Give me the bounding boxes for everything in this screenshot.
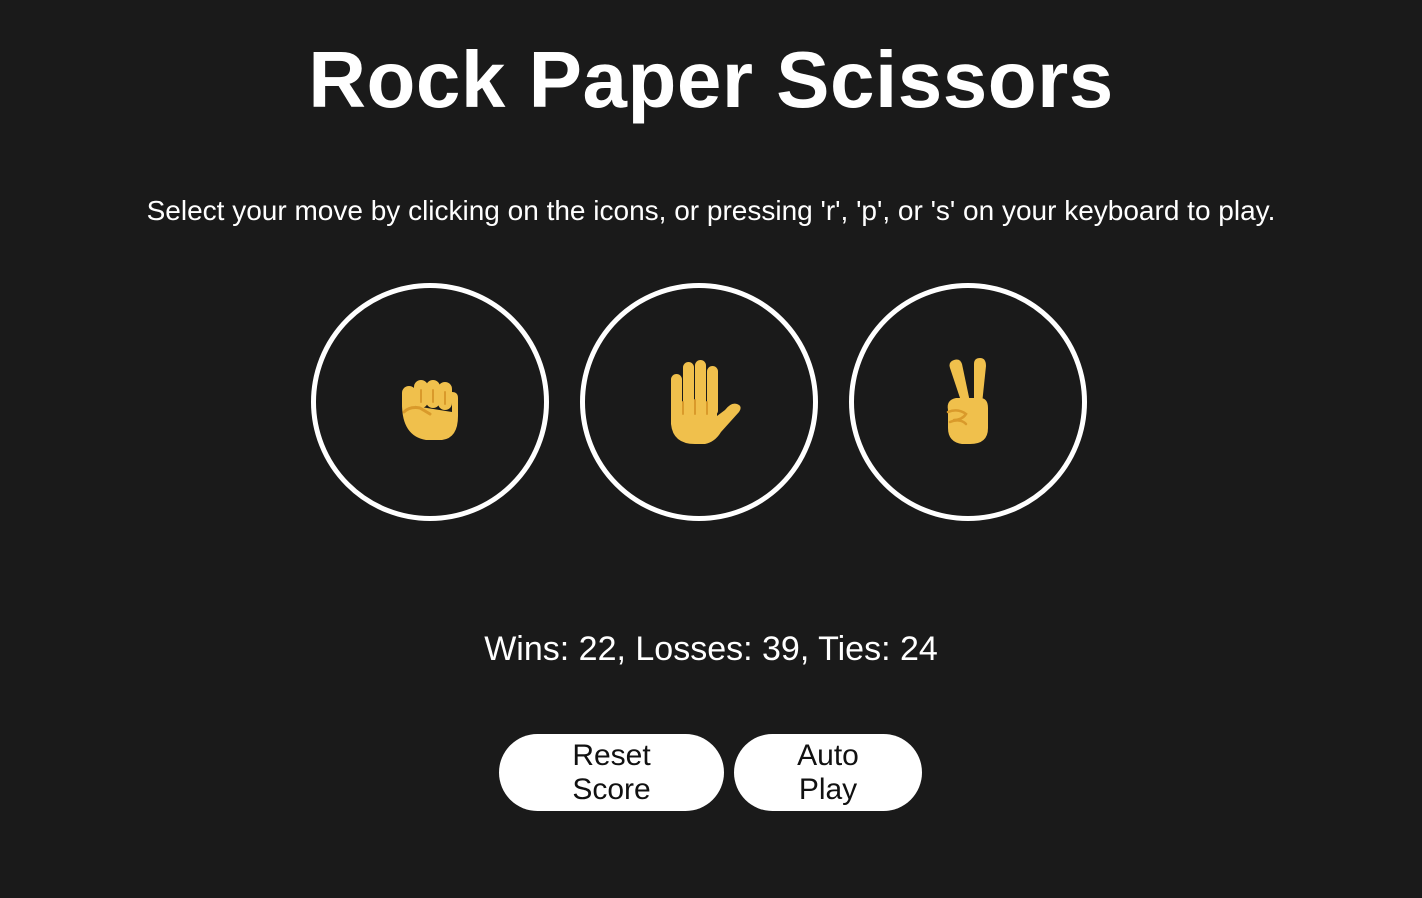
rock-button[interactable] xyxy=(311,283,549,521)
raised-fist-icon xyxy=(402,380,458,440)
victory-hand-icon xyxy=(946,358,988,444)
auto-play-button[interactable]: Auto Play xyxy=(734,734,922,811)
game-page: Rock Paper Scissors Select your move by … xyxy=(0,0,1422,898)
control-buttons: Reset Score Auto Play xyxy=(499,734,922,811)
reset-score-button[interactable]: Reset Score xyxy=(499,734,724,811)
instructions-text: Select your move by clicking on the icon… xyxy=(146,195,1276,226)
page-title: Rock Paper Scissors xyxy=(308,35,1114,124)
scissors-button[interactable] xyxy=(849,283,1087,521)
raised-hand-icon xyxy=(671,360,741,444)
paper-button[interactable] xyxy=(580,283,818,521)
move-buttons xyxy=(311,283,1087,521)
score-text: Wins: 22, Losses: 39, Ties: 24 xyxy=(484,630,938,668)
